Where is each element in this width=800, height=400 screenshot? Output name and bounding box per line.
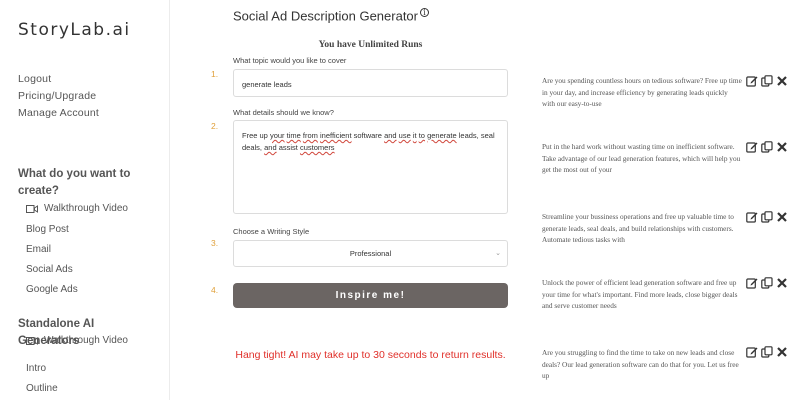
result-text-5: Are you struggling to find the time to t… [542, 348, 739, 380]
sidebar-item-label: Social Ads [26, 264, 73, 275]
result-actions [746, 346, 788, 358]
sidebar-item-walkthrough-video-2[interactable]: Walkthrough Video [26, 335, 128, 346]
sidebar-item-label: Google Ads [26, 284, 78, 295]
sidebar-item-walkthrough-video[interactable]: Walkthrough Video [26, 203, 128, 214]
video-camera-icon [26, 204, 38, 213]
details-text-part: from [302, 131, 318, 140]
edit-icon[interactable] [746, 211, 758, 223]
sidebar-item-label: Outline [26, 383, 58, 394]
chevron-down-icon: ⌄ [495, 250, 501, 257]
details-text-part: inefficient [319, 131, 352, 140]
sidebar: StoryLab.ai Logout Pricing/Upgrade Manag… [0, 0, 170, 400]
sidebar-item-intro[interactable]: Intro [26, 363, 46, 374]
wait-notice: Hang tight! AI may take up to 30 seconds… [235, 349, 506, 361]
video-camera-icon [26, 336, 38, 345]
runs-notice: You have Unlimited Runs [318, 40, 423, 50]
delete-icon[interactable] [776, 141, 788, 153]
delete-icon[interactable] [776, 211, 788, 223]
details-text-part: your [269, 131, 285, 140]
sidebar-item-label: Blog Post [26, 224, 69, 235]
details-text-part: and [384, 131, 397, 140]
manage-account-link[interactable]: Manage Account [18, 107, 99, 119]
result-text-2: Put in the hard work without wasting tim… [542, 142, 741, 174]
page-title: Social Ad Description Generator i [233, 8, 429, 23]
details-textarea[interactable]: Free up your time from inefficient softw… [233, 120, 508, 214]
step-number-4: 4. [211, 285, 219, 295]
details-text-part: Free up [242, 131, 270, 140]
result-actions [746, 75, 788, 87]
edit-icon[interactable] [746, 75, 758, 87]
details-text-part: assist [276, 143, 300, 152]
edit-icon[interactable] [746, 141, 758, 153]
sidebar-item-blog-post[interactable]: Blog Post [26, 224, 69, 235]
result-text-3: Streamline your bussiness operations and… [542, 212, 734, 244]
page-title-text: Social Ad Description Generator [233, 8, 418, 24]
logout-link[interactable]: Logout [18, 73, 51, 85]
copy-icon[interactable] [761, 346, 773, 358]
style-label: Choose a Writing Style [233, 227, 310, 236]
pricing-upgrade-link[interactable]: Pricing/Upgrade [18, 90, 96, 102]
copy-icon[interactable] [761, 141, 773, 153]
sidebar-item-outline[interactable]: Outline [26, 383, 58, 394]
delete-icon[interactable] [776, 346, 788, 358]
writing-style-select[interactable]: Professional ⌄ [233, 240, 508, 267]
details-text-part: and [264, 143, 277, 152]
sidebar-item-label: Intro [26, 363, 47, 374]
result-actions [746, 277, 788, 289]
step-number-2: 2. [211, 121, 219, 131]
delete-icon[interactable] [776, 277, 788, 289]
topic-input[interactable]: generate leads [233, 69, 508, 97]
edit-icon[interactable] [746, 346, 758, 358]
sidebar-item-social-ads[interactable]: Social Ads [26, 264, 73, 275]
sidebar-item-label: Walkthrough Video [44, 335, 128, 346]
copy-icon[interactable] [761, 211, 773, 223]
details-text-part: generate [427, 131, 457, 140]
writing-style-value: Professional [349, 249, 392, 258]
result-text-1: Are you spending countless hours on tedi… [542, 76, 742, 108]
info-icon[interactable]: i [419, 8, 429, 17]
result-text-4: Unlock the power of efficient lead gener… [542, 278, 738, 310]
details-text-part: use [398, 131, 411, 140]
copy-icon[interactable] [761, 277, 773, 289]
step-number-1: 1. [211, 69, 219, 79]
sidebar-item-label: Email [26, 244, 52, 255]
step-number-3: 3. [211, 238, 219, 248]
logo[interactable]: StoryLab.ai [18, 20, 131, 40]
edit-icon[interactable] [746, 277, 758, 289]
inspire-button[interactable]: Inspire me! [233, 283, 508, 308]
sidebar-item-email[interactable]: Email [26, 244, 51, 255]
delete-icon[interactable] [776, 75, 788, 87]
sidebar-item-label: Walkthrough Video [44, 203, 128, 214]
result-actions [746, 211, 788, 223]
result-actions [746, 141, 788, 153]
section-title-create: What do you want to create? [18, 168, 131, 197]
details-text-part: customers [299, 143, 335, 152]
topic-label: What topic would you like to cover [233, 56, 347, 65]
details-text-part: time [286, 131, 301, 140]
sidebar-item-google-ads[interactable]: Google Ads [26, 284, 78, 295]
copy-icon[interactable] [761, 75, 773, 87]
details-label: What details should we know? [233, 108, 334, 117]
details-text-part: software [351, 131, 385, 140]
